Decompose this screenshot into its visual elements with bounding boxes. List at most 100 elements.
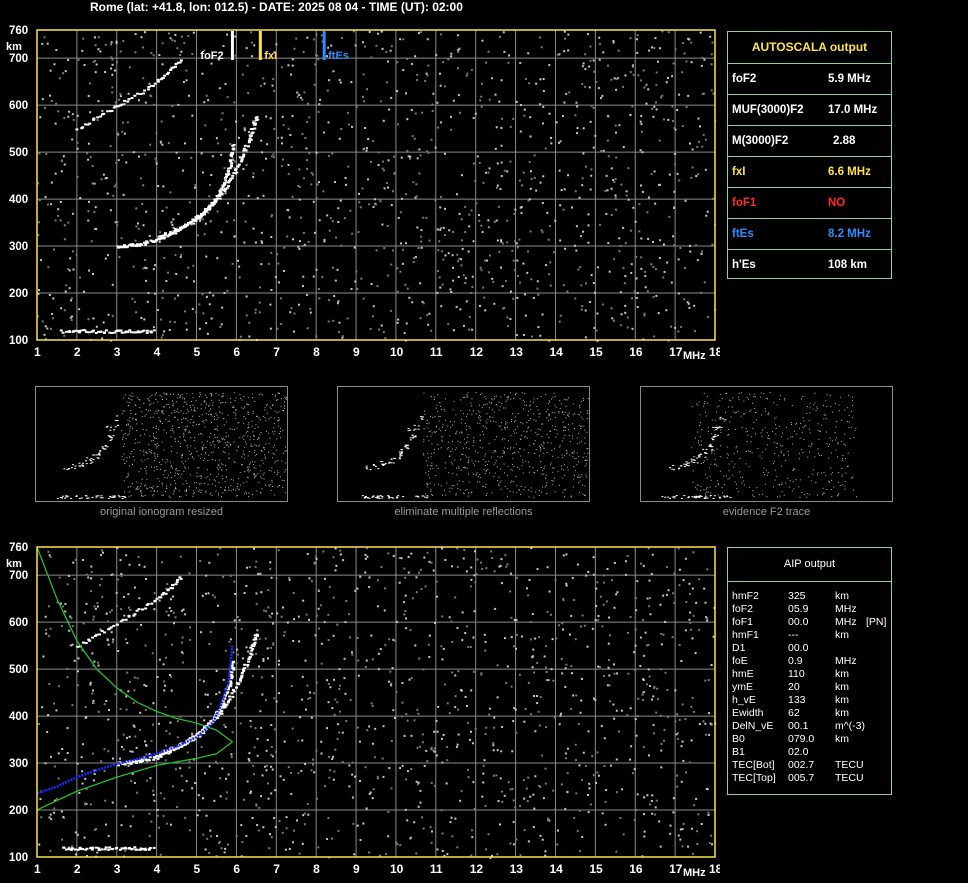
thumb-noise	[803, 493, 805, 495]
thumb-noise	[200, 482, 202, 484]
noise-speck	[315, 614, 318, 617]
noise-speck	[495, 774, 498, 777]
thumb-noise	[469, 427, 471, 429]
noise-speck	[175, 273, 178, 276]
noise-speck	[626, 326, 629, 329]
thumb-noise	[494, 462, 496, 464]
noise-speck	[234, 54, 237, 57]
thumb-noise	[782, 432, 784, 434]
thumb-echo	[80, 497, 83, 499]
thumb-noise	[530, 417, 532, 419]
noise-speck	[125, 708, 128, 711]
thumb-noise	[479, 422, 481, 424]
thumb-noise	[738, 491, 740, 493]
thumb-echo	[100, 495, 103, 497]
thumb-noise	[205, 477, 207, 479]
thumb-noise	[280, 397, 282, 399]
noise-speck	[208, 195, 211, 198]
thumb-noise	[783, 453, 785, 455]
echo-point	[174, 228, 178, 231]
noise-speck	[592, 59, 595, 62]
noise-speck	[136, 222, 139, 225]
thumb-noise	[199, 396, 201, 398]
noise-speck	[584, 165, 587, 168]
echo-point	[235, 171, 239, 174]
thumb-noise	[765, 448, 767, 450]
noise-speck	[457, 670, 460, 673]
noise-speck	[210, 317, 213, 320]
thumb-echo	[91, 461, 94, 463]
thumb-noise	[265, 420, 267, 422]
noise-speck	[672, 235, 675, 238]
noise-speck	[115, 41, 118, 44]
thumb-noise	[212, 404, 214, 406]
noise-speck	[177, 213, 180, 216]
thumb-noise	[451, 424, 453, 426]
thumb-noise	[223, 446, 225, 448]
noise-speck	[256, 824, 259, 827]
thumb-echo	[675, 495, 678, 497]
thumb-noise	[574, 457, 576, 459]
thumb-noise	[538, 416, 540, 418]
noise-speck	[266, 764, 269, 767]
thumb-echo	[723, 496, 726, 498]
thumb-noise	[129, 394, 131, 396]
noise-speck	[364, 126, 367, 129]
thumb-noise	[496, 436, 498, 438]
thumb-noise	[533, 419, 535, 421]
noise-speck	[691, 637, 694, 640]
thumb-noise	[198, 455, 200, 457]
noise-speck	[559, 140, 562, 143]
noise-speck	[127, 92, 130, 95]
thumb-noise	[807, 406, 809, 408]
noise-speck	[587, 213, 590, 216]
noise-speck	[348, 785, 351, 788]
thumb-noise	[764, 410, 766, 412]
echo-point	[85, 331, 89, 334]
thumb-noise	[139, 449, 141, 451]
thumb-echo	[419, 415, 422, 417]
noise-speck	[327, 46, 330, 49]
noise-speck	[367, 138, 370, 141]
noise-speck	[144, 31, 147, 34]
noise-speck	[495, 126, 498, 129]
noise-speck	[456, 565, 459, 568]
noise-speck	[108, 709, 111, 712]
thumb-echo	[687, 465, 690, 467]
thumb-echo	[704, 456, 707, 458]
noise-speck	[107, 750, 110, 753]
noise-speck	[595, 329, 598, 332]
thumb-noise	[285, 446, 287, 448]
thumb-noise	[491, 492, 493, 494]
noise-speck	[386, 224, 389, 227]
noise-speck	[408, 296, 411, 299]
thumb-noise	[576, 452, 578, 454]
x-tick-label: 18	[709, 345, 720, 359]
echo-point	[144, 243, 148, 246]
noise-speck	[235, 120, 238, 123]
noise-speck	[176, 47, 179, 50]
noise-speck	[413, 137, 416, 140]
noise-speck	[347, 165, 350, 168]
noise-speck	[111, 314, 114, 317]
noise-speck	[625, 573, 628, 576]
noise-speck	[648, 49, 651, 52]
thumb-noise	[160, 468, 162, 470]
noise-speck	[87, 210, 90, 213]
noise-speck	[286, 621, 289, 624]
noise-speck	[430, 138, 433, 141]
noise-speck	[563, 30, 566, 33]
noise-speck	[134, 735, 137, 738]
thumb-echo	[97, 457, 100, 459]
thumb-noise	[155, 427, 157, 429]
thumb-noise	[466, 436, 468, 438]
thumb-noise	[220, 495, 222, 497]
noise-speck	[653, 685, 656, 688]
thumb-noise	[467, 462, 469, 464]
noise-speck	[266, 739, 269, 742]
thumb-noise	[497, 456, 499, 458]
noise-speck	[354, 280, 357, 283]
thumb-noise	[738, 399, 740, 401]
thumb-noise	[211, 414, 213, 416]
noise-speck	[341, 731, 344, 734]
